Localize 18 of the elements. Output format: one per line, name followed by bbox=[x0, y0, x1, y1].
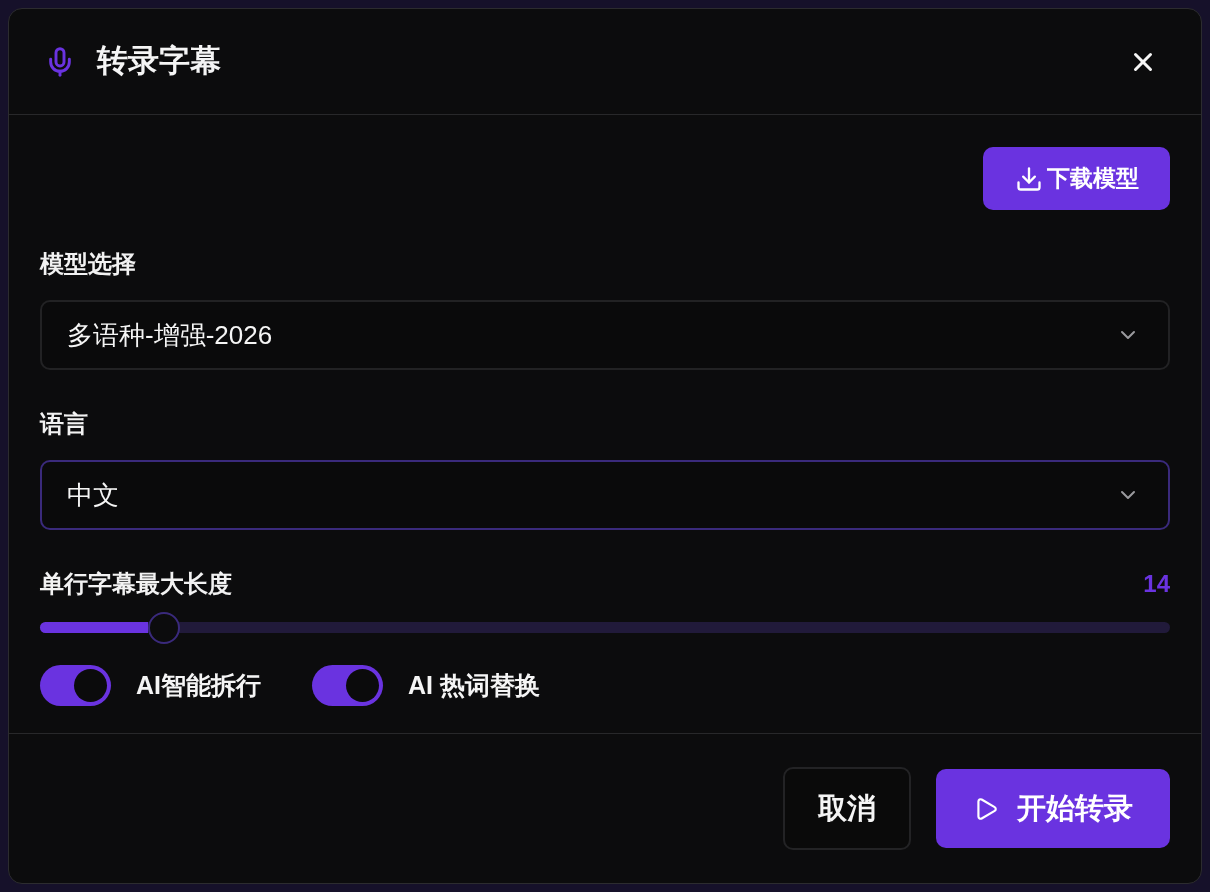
dialog-title: 转录字幕 bbox=[97, 42, 221, 81]
cancel-button[interactable]: 取消 bbox=[783, 767, 911, 850]
toggle-switch[interactable] bbox=[312, 665, 383, 706]
download-button[interactable]: 下载模型 bbox=[983, 147, 1170, 210]
dropdown-select[interactable]: 多语种-增强-2026 bbox=[40, 300, 1170, 370]
select-value: 中文 bbox=[67, 478, 119, 512]
slider-thumb[interactable] bbox=[148, 611, 181, 644]
toggle-switch[interactable] bbox=[40, 665, 111, 706]
dropdown-select[interactable]: 中文 bbox=[40, 460, 1170, 530]
slider-value: 14 bbox=[1143, 570, 1170, 598]
field-label: 语言 bbox=[40, 410, 88, 438]
download-icon bbox=[1014, 164, 1043, 193]
field-label: 模型选择 bbox=[40, 250, 136, 278]
slider-label: 单行字幕最大长度 bbox=[40, 570, 232, 598]
start-button[interactable]: 开始转录 bbox=[936, 769, 1170, 848]
toggle-label: AI智能拆行 bbox=[136, 669, 261, 701]
toggle-label: AI 热词替换 bbox=[408, 669, 540, 701]
select-value: 多语种-增强-2026 bbox=[67, 318, 273, 352]
